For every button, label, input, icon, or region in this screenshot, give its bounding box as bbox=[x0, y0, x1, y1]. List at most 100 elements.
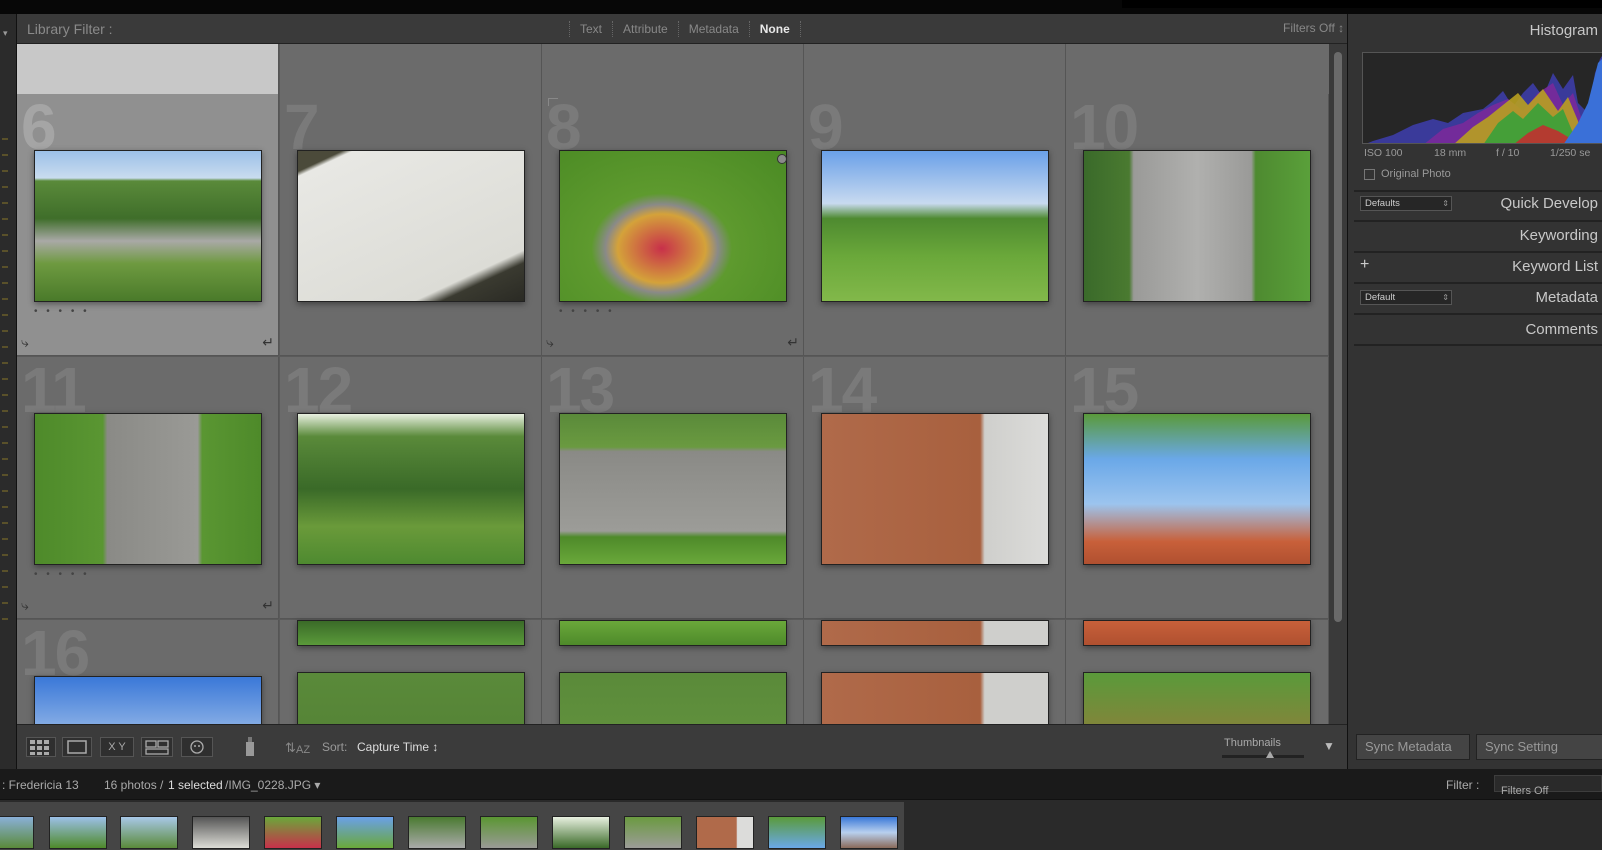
rotate-right-icon[interactable]: ↵ bbox=[262, 597, 274, 614]
grid-cell-partial[interactable] bbox=[280, 44, 542, 94]
grid-cell[interactable]: 13 bbox=[542, 354, 804, 619]
left-panel-edge[interactable]: ▾ bbox=[0, 14, 17, 792]
filmstrip[interactable] bbox=[0, 799, 1602, 850]
filmstrip-thumbnail[interactable] bbox=[0, 816, 34, 849]
photo-thumbnail[interactable] bbox=[1083, 150, 1311, 302]
photo-thumbnail[interactable] bbox=[559, 620, 787, 646]
slider-knob[interactable] bbox=[1266, 751, 1275, 758]
tab-metadata[interactable]: Metadata bbox=[677, 21, 749, 37]
keywording-header[interactable]: Keywording bbox=[1520, 227, 1598, 244]
original-photo-toggle[interactable]: Original Photo bbox=[1364, 168, 1451, 180]
grid-cell[interactable] bbox=[280, 620, 542, 724]
filmstrip-thumbnail[interactable] bbox=[840, 816, 898, 849]
scrollbar-thumb[interactable] bbox=[1334, 52, 1342, 622]
grid-cell[interactable] bbox=[804, 620, 1066, 724]
add-keyword-plus-icon[interactable]: + bbox=[1360, 256, 1369, 274]
sort-direction-icon[interactable]: ⇅ AZ bbox=[283, 735, 313, 759]
checkbox-icon[interactable] bbox=[1364, 168, 1375, 180]
rating-stars[interactable]: • • • • • bbox=[34, 306, 90, 317]
filmstrip-thumbnail[interactable] bbox=[552, 816, 610, 849]
photo-thumbnail[interactable] bbox=[821, 620, 1049, 646]
survey-view-icon[interactable] bbox=[141, 737, 173, 757]
grid-cell-partial[interactable] bbox=[17, 44, 279, 94]
collapse-arrow-icon[interactable]: ▾ bbox=[3, 28, 8, 39]
photo-thumbnail[interactable] bbox=[821, 150, 1049, 302]
sync-settings-button[interactable]: Sync Setting bbox=[1476, 734, 1602, 760]
filmstrip-thumbnail[interactable] bbox=[49, 816, 107, 849]
filmstrip-thumbnail[interactable] bbox=[336, 816, 394, 849]
rotate-left-icon[interactable]: ⤷ bbox=[21, 597, 29, 614]
grid-cell[interactable]: 16 bbox=[17, 617, 279, 724]
compare-view-icon[interactable]: X Y bbox=[100, 737, 134, 757]
tab-none[interactable]: None bbox=[748, 21, 801, 37]
metadata-preset-select[interactable]: Default ⇕ bbox=[1360, 290, 1452, 305]
filters-preset-dropdown[interactable]: Filters Off ↕ bbox=[1283, 21, 1344, 35]
photo-thumbnail[interactable] bbox=[1083, 413, 1311, 565]
sort-dropdown[interactable]: Capture Time ↕ bbox=[357, 740, 438, 754]
grid-cell[interactable]: 11 • • • • • ⤷ ↵ bbox=[17, 354, 279, 619]
photo-thumbnail[interactable] bbox=[34, 413, 262, 565]
photo-thumbnail[interactable] bbox=[821, 672, 1049, 724]
rotate-right-icon[interactable]: ↵ bbox=[787, 334, 799, 351]
filmstrip-thumbnail[interactable] bbox=[408, 816, 466, 849]
grid-cell[interactable]: 15 bbox=[1066, 354, 1329, 619]
tab-text[interactable]: Text bbox=[569, 21, 612, 37]
filmstrip-thumbnail[interactable] bbox=[264, 816, 322, 849]
photo-thumbnail[interactable] bbox=[1083, 672, 1311, 724]
folder-name[interactable]: : Fredericia 13 bbox=[2, 778, 79, 792]
rotate-left-icon[interactable]: ⤷ bbox=[21, 334, 29, 351]
flag-icon[interactable] bbox=[548, 98, 558, 106]
photo-thumbnail[interactable] bbox=[559, 672, 787, 724]
photo-thumbnail[interactable] bbox=[559, 150, 787, 302]
grid-cell[interactable]: 9 bbox=[804, 91, 1066, 356]
grid-cell[interactable] bbox=[1066, 620, 1329, 724]
spray-can-icon[interactable] bbox=[242, 735, 258, 759]
thumbnail-size-slider[interactable] bbox=[1222, 751, 1304, 758]
grid-view-icon[interactable] bbox=[26, 737, 56, 757]
grid-cell-partial[interactable] bbox=[1066, 44, 1329, 94]
toolbar-options-chevron-icon[interactable]: ▼ bbox=[1323, 739, 1335, 753]
current-filename[interactable]: /IMG_0228.JPG ▾ bbox=[225, 778, 320, 792]
grid-cell-partial[interactable] bbox=[804, 44, 1066, 94]
grid-cell[interactable]: 8 • • • • • ⤷ ↵ bbox=[542, 91, 804, 356]
filmstrip-thumbnail-selected[interactable] bbox=[696, 816, 754, 849]
grid-cell[interactable]: 14 bbox=[804, 354, 1066, 619]
quick-develop-header[interactable]: Quick Develop bbox=[1500, 195, 1598, 212]
photo-thumbnail[interactable] bbox=[1083, 620, 1311, 646]
photo-thumbnail[interactable] bbox=[821, 413, 1049, 565]
photo-thumbnail[interactable] bbox=[297, 672, 525, 724]
filter-dropdown[interactable]: Filters Off bbox=[1494, 775, 1602, 797]
photo-thumbnail[interactable] bbox=[297, 413, 525, 565]
metadata-header[interactable]: Metadata bbox=[1535, 289, 1598, 306]
photo-thumbnail[interactable] bbox=[559, 413, 787, 565]
photo-thumbnail[interactable] bbox=[297, 620, 525, 646]
rating-stars[interactable]: • • • • • bbox=[559, 306, 615, 317]
filmstrip-thumbnail[interactable] bbox=[480, 816, 538, 849]
filmstrip-thumbnail[interactable] bbox=[624, 816, 682, 849]
grid-cell[interactable]: 7 bbox=[280, 91, 542, 356]
photo-thumbnail[interactable] bbox=[297, 150, 525, 302]
histogram-header[interactable]: Histogram bbox=[1530, 22, 1598, 39]
photo-thumbnail[interactable] bbox=[34, 150, 262, 302]
tab-attribute[interactable]: Attribute bbox=[612, 21, 678, 37]
grid-cell-partial[interactable] bbox=[542, 44, 804, 94]
grid-cell[interactable]: 6 • • • • • ⤷ ↵ bbox=[17, 91, 279, 356]
photo-thumbnail[interactable] bbox=[34, 676, 262, 724]
quick-develop-preset-select[interactable]: Defaults ⇕ bbox=[1360, 196, 1452, 211]
grid-cell[interactable] bbox=[542, 620, 804, 724]
sync-metadata-button[interactable]: Sync Metadata bbox=[1356, 734, 1470, 760]
grid-cell[interactable]: 12 bbox=[280, 354, 542, 619]
badge-icon[interactable] bbox=[777, 154, 787, 164]
rotate-left-icon[interactable]: ⤷ bbox=[546, 334, 554, 351]
filmstrip-thumbnail[interactable] bbox=[120, 816, 178, 849]
rating-stars[interactable]: • • • • • bbox=[34, 569, 90, 580]
people-view-icon[interactable] bbox=[181, 737, 213, 757]
filmstrip-thumbnail[interactable] bbox=[192, 816, 250, 849]
loupe-view-icon[interactable] bbox=[62, 737, 92, 757]
filmstrip-thumbnail[interactable] bbox=[768, 816, 826, 849]
photo-grid[interactable]: 6 • • • • • ⤷ ↵ 7 8 • • • • • ⤷ ↵ 9 10 1… bbox=[17, 44, 1329, 724]
comments-header[interactable]: Comments bbox=[1525, 321, 1598, 338]
grid-cell[interactable]: 10 bbox=[1066, 91, 1329, 356]
rotate-right-icon[interactable]: ↵ bbox=[262, 334, 274, 351]
grid-scrollbar[interactable] bbox=[1329, 44, 1347, 724]
